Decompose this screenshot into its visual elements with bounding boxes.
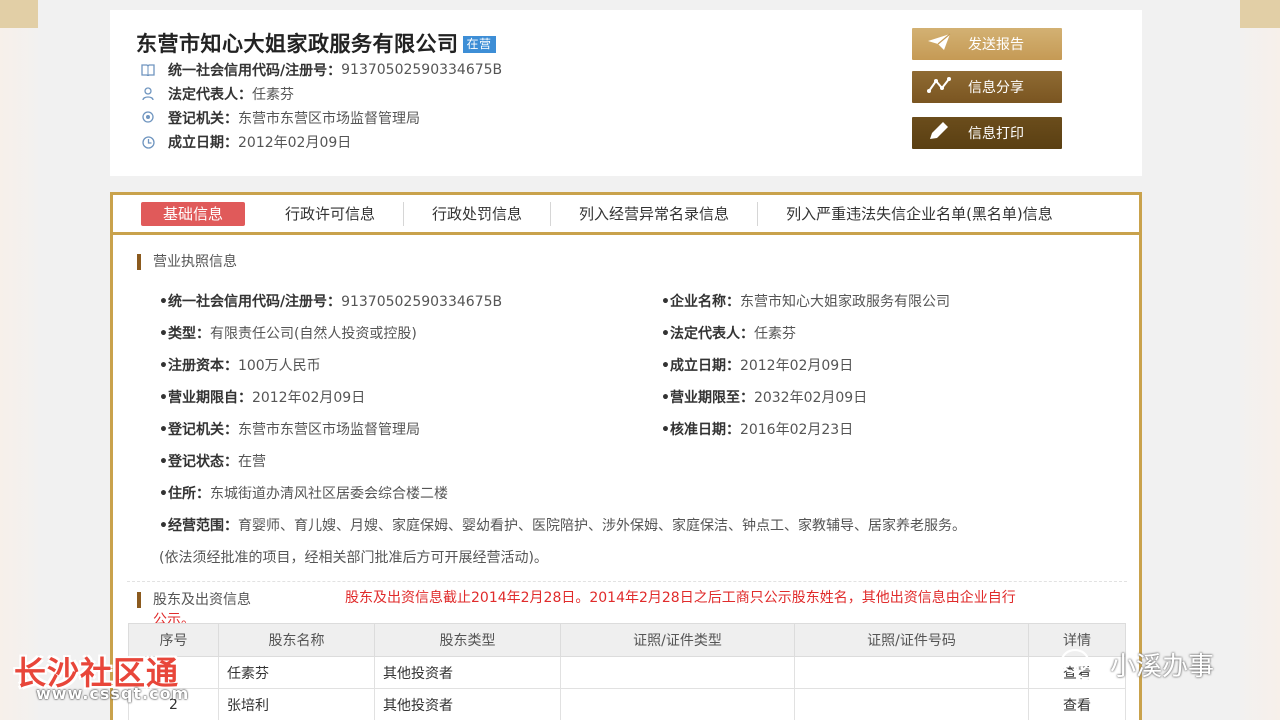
section-title-license: 营业执照信息	[137, 254, 237, 270]
corner-decoration	[1240, 0, 1280, 28]
field-established: •成立日期：2012年02月09日	[661, 358, 854, 374]
paper-plane-icon	[926, 33, 952, 56]
share-icon	[926, 76, 952, 99]
field-scope: •经营范围：育婴师、育儿嫂、月嫂、家庭保姆、婴幼看护、医院陪护、涉外保姆、家庭保…	[159, 518, 966, 534]
tab-admin-penalty[interactable]: 行政处罚信息	[404, 201, 552, 226]
field-credit-code: •统一社会信用代码/注册号：91370502590334675B	[159, 294, 503, 310]
company-header-card: 东营市知心大姐家政服务有限公司 在营 统一社会信用代码/注册号： 913705025…	[110, 10, 1142, 176]
field-approved: •核准日期：2016年02月23日	[661, 422, 854, 438]
wechat-icon	[1060, 648, 1099, 679]
watermark-right: 小溪办事	[1060, 646, 1214, 683]
person-icon	[140, 86, 156, 102]
status-badge: 在营	[462, 36, 496, 53]
field-legal-rep: •法定代表人：任素芬	[661, 326, 796, 342]
header-row-established: 成立日期： 2012年02月09日	[140, 132, 351, 152]
send-report-button[interactable]: 发送报告	[912, 28, 1062, 60]
view-detail-link[interactable]: 查看	[1028, 688, 1126, 720]
clock-icon	[140, 134, 156, 150]
share-info-button[interactable]: 信息分享	[912, 71, 1062, 103]
field-reg-status: •登记状态：在营	[159, 454, 266, 470]
field-authority: •登记机关：东营市东营区市场监督管理局	[159, 422, 420, 438]
detail-panel: 基础信息 行政许可信息 行政处罚信息 列入经营异常名录信息 列入严重违法失信企业…	[110, 192, 1142, 720]
field-scope-note: (依法须经批准的项目，经相关部门批准后方可开展经营活动)。	[159, 550, 548, 566]
col-type: 股东类型	[374, 623, 561, 657]
field-address: •住所：东城街道办清风社区居委会综合楼二楼	[159, 486, 448, 502]
shareholder-table: 序号 股东名称 股东类型 证照/证件类型 证照/证件号码 详情 1 任素芬 其他…	[128, 623, 1126, 720]
pencil-icon	[926, 121, 952, 146]
location-icon	[140, 110, 156, 126]
book-icon	[140, 62, 156, 78]
header-row-legal-rep: 法定代表人： 任素芬	[140, 84, 294, 104]
page-backdrop-right	[1240, 0, 1280, 720]
tab-admin-license[interactable]: 行政许可信息	[257, 201, 405, 226]
tab-bar: 基础信息 行政许可信息 行政处罚信息 列入经营异常名录信息 列入严重违法失信企业…	[113, 195, 1139, 235]
header-row-credit-code: 统一社会信用代码/注册号： 91370502590334675B	[140, 60, 502, 80]
field-term-to: •营业期限至：2032年02月09日	[661, 390, 868, 406]
section-title-shareholders: 股东及出资信息	[137, 592, 251, 608]
section-divider	[127, 581, 1127, 582]
print-info-button[interactable]: 信息打印	[912, 117, 1062, 149]
company-title: 东营市知心大姐家政服务有限公司 在营	[136, 28, 496, 58]
field-capital: •注册资本：100万人民币	[159, 358, 321, 374]
field-term-from: •营业期限自：2012年02月09日	[159, 390, 366, 406]
col-name: 股东名称	[218, 623, 375, 657]
tab-basic-info[interactable]: 基础信息	[141, 201, 246, 226]
table-row: 1 任素芬 其他投资者 查看	[128, 656, 1126, 689]
field-company-name: •企业名称：东营市知心大姐家政服务有限公司	[661, 294, 950, 310]
company-name: 东营市知心大姐家政服务有限公司	[136, 32, 459, 56]
page-backdrop-left	[0, 0, 38, 720]
table-row: 2 张培利 其他投资者 查看	[128, 688, 1126, 720]
corner-decoration	[0, 0, 38, 28]
col-id-type: 证照/证件类型	[560, 623, 795, 657]
tab-abnormal-list[interactable]: 列入经营异常名录信息	[551, 201, 759, 226]
table-header-row: 序号 股东名称 股东类型 证照/证件类型 证照/证件号码 详情	[128, 623, 1126, 657]
header-row-authority: 登记机关： 东营市东营区市场监督管理局	[140, 108, 420, 128]
tab-blacklist[interactable]: 列入严重违法失信企业名单(黑名单)信息	[758, 202, 1081, 226]
field-type: •类型：有限责任公司(自然人投资或控股)	[159, 326, 417, 342]
col-id-no: 证照/证件号码	[794, 623, 1029, 657]
shareholder-notice: 股东及出资信息截止2014年2月28日。2014年2月28日之后工商只公示股东姓…	[345, 590, 1016, 606]
watermark-left-url: www.cssqt.com	[36, 684, 190, 703]
